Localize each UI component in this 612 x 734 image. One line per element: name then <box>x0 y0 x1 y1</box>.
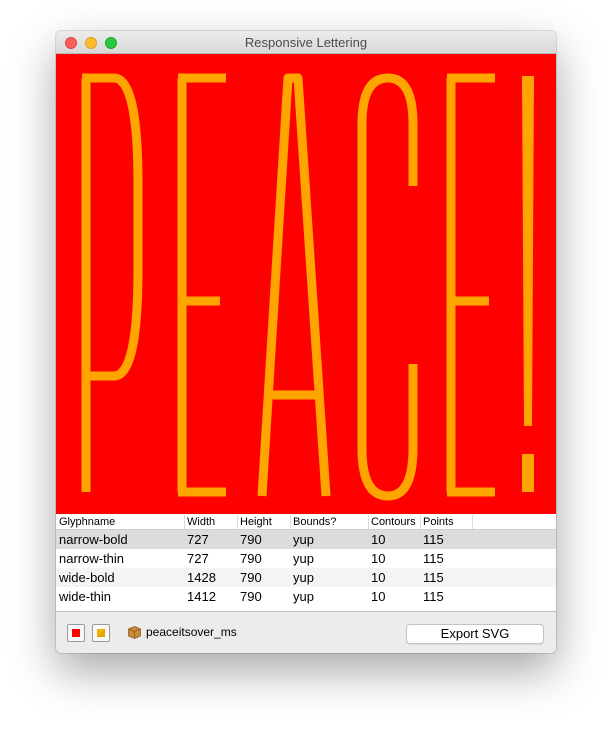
table-row[interactable]: narrow-bold 727 790 yup 10 115 <box>56 530 556 549</box>
cell-height: 790 <box>240 570 262 585</box>
cell-points: 115 <box>423 532 444 547</box>
column-header-points[interactable]: Points <box>420 515 454 529</box>
cell-contours: 10 <box>371 570 386 585</box>
title-bar: Responsive Lettering <box>56 31 556 54</box>
cell-width: 727 <box>187 532 209 547</box>
file-name: peaceitsover_ms <box>146 625 237 639</box>
column-divider <box>472 515 476 529</box>
cell-bounds: yup <box>293 589 314 604</box>
glyph-A <box>257 73 331 497</box>
table-header: Glyphname Width Height Bounds? Contours … <box>56 514 556 530</box>
cell-width: 1428 <box>187 570 216 585</box>
cell-height: 790 <box>240 551 262 566</box>
cell-glyphname: wide-bold <box>59 570 115 585</box>
glyph-E2 <box>446 73 495 497</box>
glyph-color-well[interactable] <box>92 624 110 642</box>
lettering-preview <box>56 54 556 514</box>
cell-contours: 10 <box>371 589 386 604</box>
cell-points: 115 <box>423 570 444 585</box>
column-header-glyphname[interactable]: Glyphname <box>59 515 115 529</box>
cell-bounds: yup <box>293 532 314 547</box>
package-icon <box>128 626 141 639</box>
background-color-swatch <box>72 629 80 637</box>
column-header-height[interactable]: Height <box>237 515 272 529</box>
glyph-P <box>81 73 143 492</box>
cell-points: 115 <box>423 551 444 566</box>
column-header-contours[interactable]: Contours <box>368 515 416 529</box>
glyph-color-swatch <box>97 629 105 637</box>
table-row[interactable]: wide-bold 1428 790 yup 10 115 <box>56 568 556 587</box>
glyph-table: Glyphname Width Height Bounds? Contours … <box>56 514 556 612</box>
app-window: Responsive Lettering Glyphname Width Hei… <box>56 31 556 653</box>
cell-glyphname: wide-thin <box>59 589 112 604</box>
cell-height: 790 <box>240 589 262 604</box>
glyph-exclamation <box>522 76 534 492</box>
column-header-width[interactable]: Width <box>184 515 215 529</box>
column-header-bounds[interactable]: Bounds? <box>290 515 336 529</box>
background-color-well[interactable] <box>67 624 85 642</box>
cell-points: 115 <box>423 589 444 604</box>
export-svg-button[interactable]: Export SVG <box>406 624 544 644</box>
cell-height: 790 <box>240 532 262 547</box>
glyph-E1 <box>177 73 226 497</box>
table-row[interactable]: wide-thin 1412 790 yup 10 115 <box>56 587 556 606</box>
table-row[interactable]: narrow-thin 727 790 yup 10 115 <box>56 549 556 568</box>
cell-width: 727 <box>187 551 209 566</box>
cell-contours: 10 <box>371 532 386 547</box>
cell-bounds: yup <box>293 551 314 566</box>
cell-contours: 10 <box>371 551 386 566</box>
window-title: Responsive Lettering <box>244 35 368 50</box>
cell-glyphname: narrow-bold <box>59 532 128 547</box>
preview-svg <box>81 73 534 501</box>
cell-glyphname: narrow-thin <box>59 551 125 566</box>
glyph-C <box>357 73 418 501</box>
bottom-toolbar: peaceitsover_ms Export SVG <box>56 612 556 653</box>
cell-width: 1412 <box>187 589 216 604</box>
cell-bounds: yup <box>293 570 314 585</box>
